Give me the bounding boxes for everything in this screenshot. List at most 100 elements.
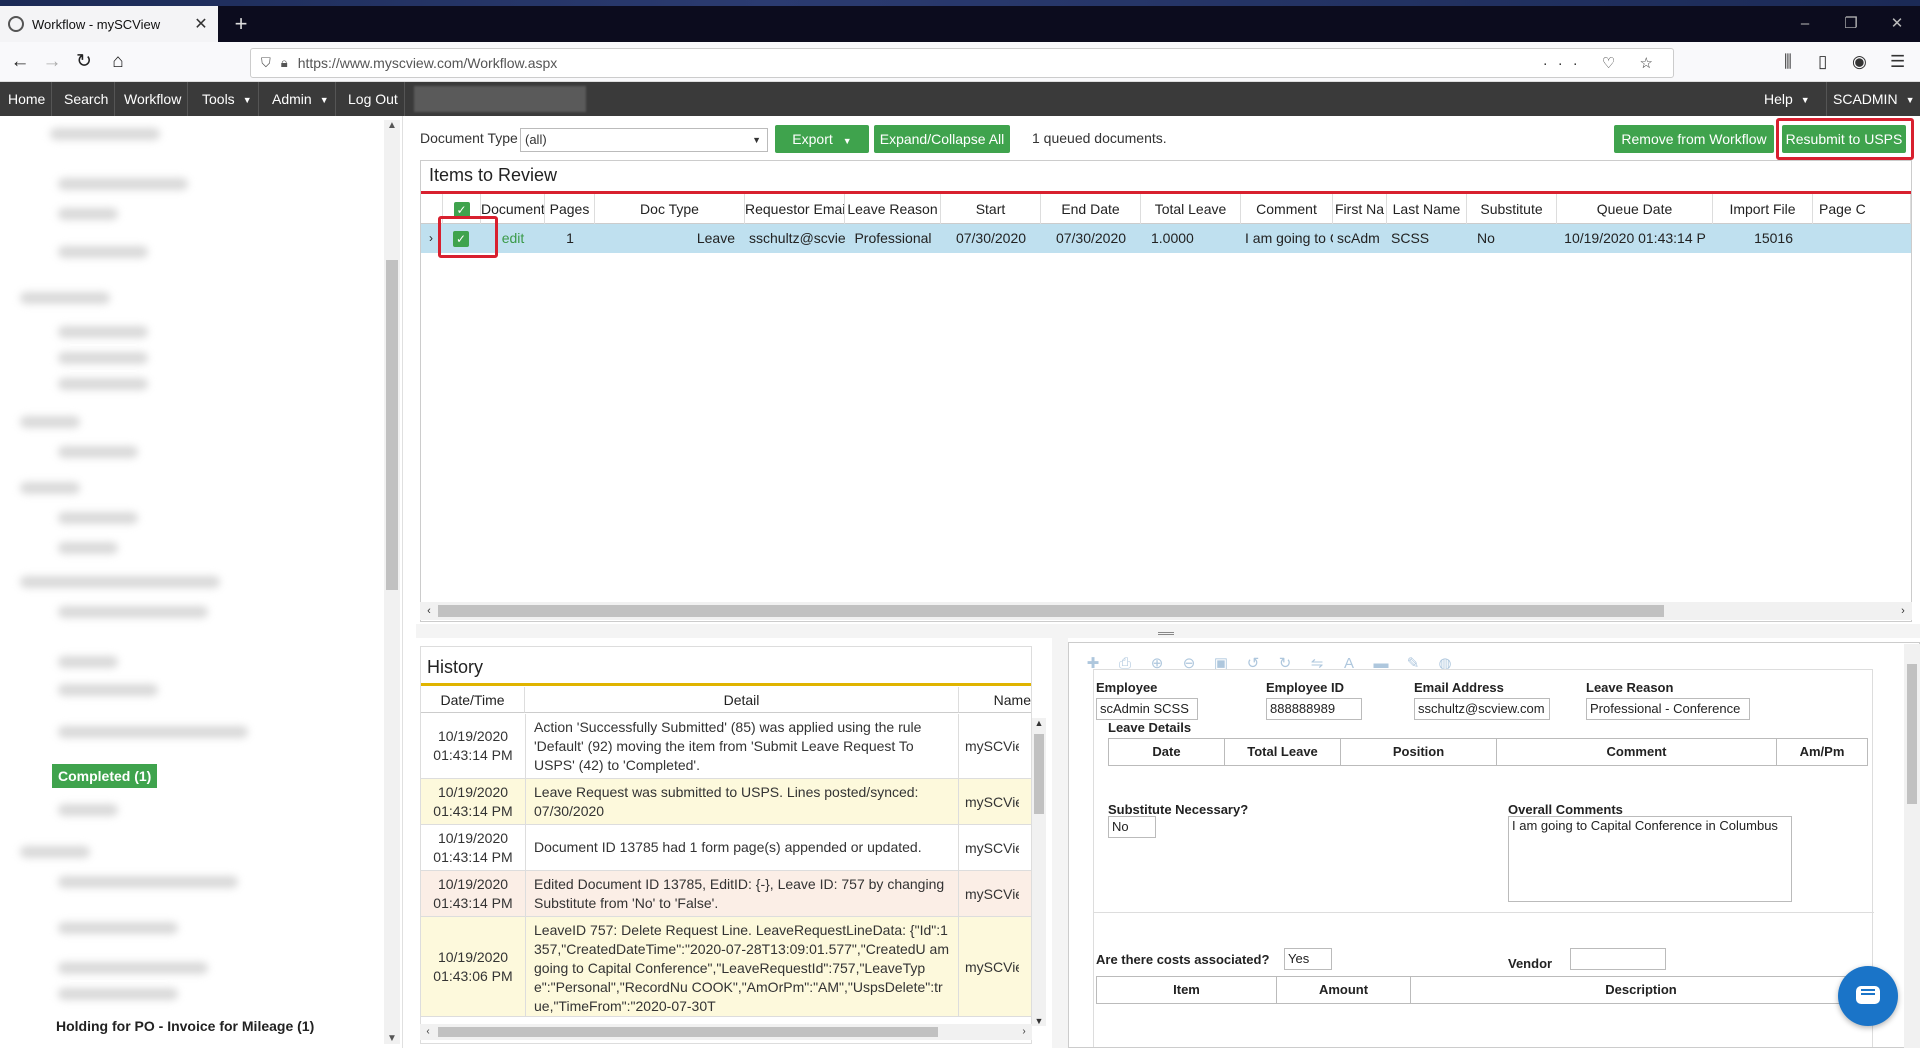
menu-help[interactable]: Help ▼ — [1758, 82, 1816, 116]
column-header[interactable]: Page C — [1813, 194, 1911, 224]
browser-tab-bar: Workflow - mySCView ✕ + – ❐ ✕ — [0, 0, 1920, 42]
history-horizontal-scrollbar[interactable]: ‹ › — [420, 1024, 1032, 1040]
column-header[interactable]: Requestor Emai — [745, 194, 845, 224]
scroll-right-icon[interactable]: › — [1894, 602, 1912, 620]
scroll-down-icon[interactable]: ▼ — [1032, 1016, 1046, 1026]
review-horizontal-scrollbar[interactable]: ‹ › — [420, 602, 1912, 620]
menu-home[interactable]: Home — [2, 82, 53, 116]
column-header[interactable]: Last Name — [1387, 194, 1467, 224]
scrollbar-thumb[interactable] — [1907, 664, 1917, 804]
blurred-tree-item — [58, 178, 188, 190]
substitute-label: Substitute Necessary? — [1108, 802, 1249, 817]
minimize-window-button[interactable]: – — [1780, 6, 1830, 42]
site-favicon-icon — [8, 16, 24, 32]
blurred-tree-item — [58, 684, 158, 696]
employee-id-field: 888888989 — [1266, 698, 1362, 720]
scrollbar-thumb[interactable] — [1034, 734, 1044, 814]
home-icon[interactable]: ⌂ — [104, 48, 132, 76]
history-row: 10/19/2020 01:43:14 PM Edited Document ID… — [421, 871, 1031, 917]
blurred-tree-item — [58, 962, 208, 974]
library-icon[interactable]: ⫼ — [1784, 48, 1792, 76]
scrollbar-thumb[interactable] — [438, 1027, 938, 1037]
scroll-up-icon[interactable]: ▲ — [1032, 718, 1046, 728]
horizontal-splitter[interactable] — [416, 624, 1920, 638]
browser-tab-workflow[interactable]: Workflow - mySCView ✕ — [0, 6, 218, 42]
column-header[interactable]: Substitute — [1467, 194, 1557, 224]
blurred-tree-item — [58, 988, 178, 1000]
vertical-splitter[interactable] — [1052, 638, 1068, 1048]
menu-workflow[interactable]: Workflow — [118, 82, 189, 116]
expand-collapse-button[interactable]: Expand/Collapse All — [874, 125, 1010, 153]
column-header[interactable]: Queue Date — [1557, 194, 1713, 224]
column-header[interactable]: First Na — [1333, 194, 1387, 224]
remove-from-workflow-button[interactable]: Remove from Workflow — [1614, 125, 1774, 153]
column-header[interactable]: Start — [941, 194, 1041, 224]
column-header[interactable]: Pages — [545, 194, 595, 224]
pane-splitter[interactable] — [402, 116, 416, 1048]
history-title: History — [427, 657, 484, 677]
hamburger-menu-icon[interactable]: ☰ — [1890, 48, 1905, 76]
column-header[interactable]: Leave Reason — [845, 194, 941, 224]
new-tab-button[interactable]: + — [228, 6, 254, 42]
menu-user[interactable]: SCADMIN ▼ — [1826, 82, 1920, 116]
forward-arrow-icon[interactable]: → — [38, 48, 66, 76]
address-bar[interactable]: ⛉ 🔒︎ https://www.myscview.com/Workflow.a… — [250, 48, 1674, 78]
tree-item-holding-for-po[interactable]: Holding for PO - Invoice for Mileage (1) — [56, 1018, 314, 1034]
scroll-right-icon[interactable]: › — [1016, 1024, 1032, 1040]
blurred-tree-item — [20, 482, 80, 494]
url-text[interactable]: https://www.myscview.com/Workflow.aspx — [298, 55, 1543, 71]
caret-down-icon: ▼ — [319, 95, 329, 106]
column-header[interactable]: Detail — [525, 687, 959, 713]
costs-label: Are there costs associated? — [1096, 952, 1270, 967]
table-row[interactable]: › ✓ edit 1 Leave sschultz@scvie Professi… — [421, 224, 1911, 253]
scroll-left-icon[interactable]: ‹ — [420, 602, 438, 620]
details-column-header: Date — [1109, 739, 1225, 765]
blurred-tree-item — [58, 378, 148, 390]
cell-start: 07/30/2020 — [955, 230, 1027, 246]
back-arrow-icon[interactable]: ← — [6, 48, 34, 76]
cell-first-name: scAdm — [1337, 230, 1380, 246]
history-row: 10/19/2020 01:43:14 PM Document ID 13785 … — [421, 825, 1031, 871]
padlock-icon[interactable]: 🔒︎ — [281, 55, 288, 71]
reload-icon[interactable]: ↻ — [70, 48, 98, 76]
column-header[interactable]: Total Leave — [1141, 194, 1241, 224]
tree-scrollbar[interactable]: ▲ ▼ — [384, 120, 400, 1044]
export-button[interactable]: Export ▼ — [775, 125, 869, 153]
overall-comments-label: Overall Comments — [1508, 802, 1623, 817]
column-header[interactable]: Name — [959, 687, 1031, 713]
restore-window-button[interactable]: ❐ — [1826, 6, 1876, 42]
document-viewer: ✚ ⎙ ⊕ ⊖ ▣ ↺ ↻ ⇋ A ▬ ✎ ◍ Employee scAdmin… — [1068, 642, 1920, 1048]
scroll-left-icon[interactable]: ‹ — [420, 1024, 436, 1040]
scroll-up-icon[interactable]: ▲ — [384, 120, 400, 131]
menu-admin[interactable]: Admin ▼ — [266, 82, 336, 116]
scrollbar-thumb[interactable] — [438, 605, 1664, 617]
document-type-select[interactable]: (all) ▼ — [520, 128, 768, 152]
sidebar-toggle-icon[interactable]: ▯ — [1818, 48, 1827, 76]
page-actions-icons[interactable]: ··· ♡ ☆ — [1543, 54, 1663, 72]
account-icon[interactable]: ◉ — [1852, 48, 1867, 76]
menu-logout[interactable]: Log Out — [342, 82, 405, 116]
tracking-shield-icon[interactable]: ⛉ — [261, 55, 271, 71]
review-table-header: ✓ Document Pages Doc Type Requestor Emai… — [421, 194, 1911, 224]
tree-item-completed[interactable]: Completed (1) — [52, 764, 158, 788]
history-vertical-scrollbar[interactable]: ▲ ▼ — [1032, 718, 1046, 1026]
scroll-down-icon[interactable]: ▼ — [384, 1033, 400, 1044]
column-header[interactable]: Import File — [1713, 194, 1813, 224]
column-header[interactable]: Date/Time — [421, 687, 525, 713]
column-header[interactable]: End Date — [1041, 194, 1141, 224]
document-vertical-scrollbar[interactable] — [1904, 644, 1920, 1048]
scrollbar-thumb[interactable] — [386, 260, 398, 590]
blurred-tree-item — [58, 246, 148, 258]
menu-tools[interactable]: Tools ▼ — [196, 82, 259, 116]
column-header[interactable]: Comment — [1241, 194, 1333, 224]
costs-column-header: Item — [1097, 977, 1277, 1003]
menu-search[interactable]: Search — [58, 82, 116, 116]
chat-button[interactable] — [1838, 966, 1898, 1026]
splitter-grip-icon[interactable] — [1158, 632, 1174, 635]
close-window-button[interactable]: ✕ — [1872, 6, 1920, 42]
column-header[interactable]: Doc Type — [595, 194, 745, 224]
history-date: 10/19/2020 — [437, 875, 509, 892]
document-type-label: Document Type — [420, 130, 518, 146]
costs-field: Yes — [1284, 948, 1332, 970]
close-tab-icon[interactable]: ✕ — [192, 14, 210, 34]
